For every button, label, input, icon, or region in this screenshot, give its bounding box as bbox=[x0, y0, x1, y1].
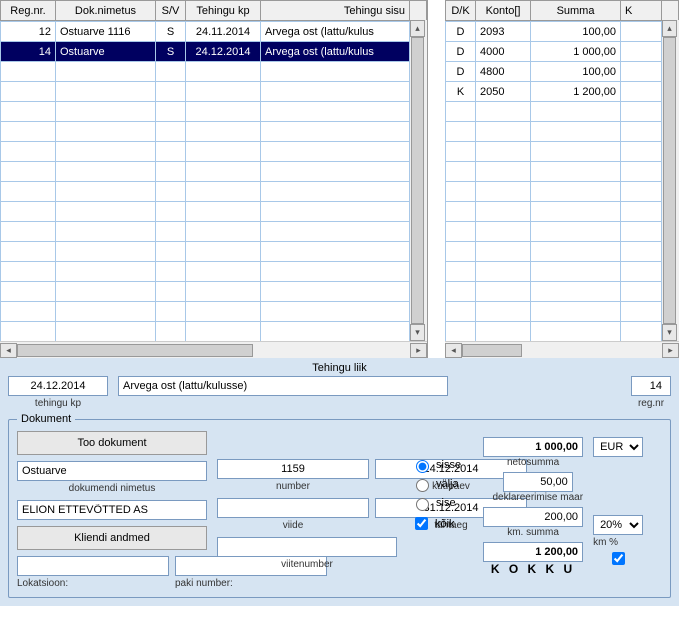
section-title: Tehingu liik bbox=[8, 362, 671, 374]
right-hscroll[interactable]: ◂ ▸ bbox=[445, 341, 679, 358]
table-row[interactable] bbox=[446, 162, 662, 182]
col-summa[interactable]: Summa bbox=[531, 1, 621, 21]
scroll-right-icon[interactable]: ▸ bbox=[662, 343, 679, 358]
scroll-left-icon[interactable]: ◂ bbox=[445, 343, 462, 358]
kokku-input[interactable] bbox=[483, 542, 583, 562]
col-sv[interactable]: S/V bbox=[156, 1, 186, 21]
tehingu-kp-label: tehingu kp bbox=[8, 398, 108, 409]
radio-valja[interactable]: välja bbox=[411, 476, 461, 492]
table-row[interactable]: D40001 000,00 bbox=[446, 42, 662, 62]
table-row[interactable]: K20501 200,00 bbox=[446, 82, 662, 102]
table-row[interactable] bbox=[446, 282, 662, 302]
table-row[interactable] bbox=[1, 62, 410, 82]
lokatsioon-label: Lokatsioon: bbox=[17, 578, 169, 589]
table-row[interactable] bbox=[446, 182, 662, 202]
dekl-maar-input[interactable] bbox=[503, 472, 573, 492]
check-koik[interactable]: kõik bbox=[411, 514, 461, 533]
scroll-down-icon[interactable]: ▾ bbox=[662, 324, 677, 341]
number-label: number bbox=[217, 481, 369, 492]
col-tehingukp[interactable]: Tehingu kp bbox=[186, 1, 261, 21]
dok-nimetus-label: dokumendi nimetus bbox=[17, 483, 207, 494]
col-doknimetus[interactable]: Dok.nimetus bbox=[56, 1, 156, 21]
table-row[interactable] bbox=[446, 102, 662, 122]
netosumma-input[interactable] bbox=[483, 437, 583, 457]
table-row[interactable] bbox=[1, 222, 410, 242]
reg-nr-display: 14 bbox=[631, 376, 671, 396]
sisu-input[interactable] bbox=[118, 376, 448, 396]
table-row[interactable] bbox=[1, 162, 410, 182]
currency-select[interactable]: EUR bbox=[593, 437, 643, 457]
dokument-legend: Dokument bbox=[17, 413, 75, 425]
radio-sisse[interactable]: sisse bbox=[411, 457, 461, 473]
table-row[interactable]: 14OstuarveS24.12.2014Arvega ost (lattu/k… bbox=[1, 42, 410, 62]
col-konto[interactable]: Konto[] bbox=[476, 1, 531, 21]
km-check[interactable] bbox=[597, 552, 640, 565]
table-row[interactable] bbox=[1, 122, 410, 142]
netosumma-label: netosumma bbox=[507, 457, 559, 468]
km-summa-input[interactable] bbox=[483, 507, 583, 527]
table-row[interactable]: D4800100,00 bbox=[446, 62, 662, 82]
table-row[interactable] bbox=[446, 302, 662, 322]
table-row[interactable] bbox=[446, 222, 662, 242]
klient-input[interactable] bbox=[17, 500, 207, 520]
tehingu-kp-input[interactable] bbox=[8, 376, 108, 396]
table-row[interactable] bbox=[1, 202, 410, 222]
right-grid-header: D/K Konto[] Summa K bbox=[445, 0, 679, 21]
left-hscroll[interactable]: ◂ ▸ bbox=[0, 341, 427, 358]
dokument-fieldset: Dokument Too dokument dokumendi nimetus … bbox=[8, 413, 671, 598]
scroll-up-icon[interactable]: ▴ bbox=[662, 20, 677, 37]
kliendi-andmed-button[interactable]: Kliendi andmed bbox=[17, 526, 207, 550]
table-row[interactable] bbox=[446, 262, 662, 282]
col-tehingusisu[interactable]: Tehingu sisu bbox=[261, 1, 410, 21]
viide-label: viide bbox=[217, 520, 369, 531]
scroll-right-icon[interactable]: ▸ bbox=[410, 343, 427, 358]
paki-label: paki number: bbox=[175, 578, 327, 589]
km-pct-label: km % bbox=[593, 537, 643, 548]
table-row[interactable] bbox=[446, 202, 662, 222]
table-row[interactable] bbox=[446, 142, 662, 162]
too-dokument-button[interactable]: Too dokument bbox=[17, 431, 207, 455]
km-summa-label: km. summa bbox=[507, 527, 559, 538]
kokku-label: K O K K U bbox=[491, 562, 575, 576]
scroll-left-icon[interactable]: ◂ bbox=[0, 343, 17, 358]
table-row[interactable] bbox=[1, 282, 410, 302]
table-row[interactable] bbox=[446, 322, 662, 342]
left-vscroll[interactable]: ▴ ▾ bbox=[410, 20, 427, 341]
table-row[interactable] bbox=[1, 182, 410, 202]
viitenumber-input[interactable] bbox=[217, 537, 397, 557]
left-grid-header: Reg.nr. Dok.nimetus S/V Tehingu kp Tehin… bbox=[0, 0, 427, 21]
table-row[interactable] bbox=[1, 102, 410, 122]
scroll-up-icon[interactable]: ▴ bbox=[410, 20, 425, 37]
table-row[interactable] bbox=[1, 262, 410, 282]
table-row[interactable] bbox=[1, 142, 410, 162]
number-input[interactable] bbox=[217, 459, 369, 479]
col-scroll-spacer-r bbox=[662, 1, 679, 21]
right-vscroll[interactable]: ▴ ▾ bbox=[662, 20, 679, 341]
col-scroll-spacer bbox=[410, 1, 427, 21]
table-row[interactable] bbox=[446, 242, 662, 262]
radio-sise[interactable]: sise bbox=[411, 495, 461, 511]
table-row[interactable] bbox=[1, 322, 410, 342]
table-row[interactable]: D2093100,00 bbox=[446, 22, 662, 42]
dekl-label: deklareerimise maar bbox=[492, 492, 583, 503]
table-row[interactable]: 12Ostuarve 1116S24.11.2014Arvega ost (la… bbox=[1, 22, 410, 42]
col-regnr[interactable]: Reg.nr. bbox=[1, 1, 56, 21]
lokatsioon-input[interactable] bbox=[17, 556, 169, 576]
km-pct-select[interactable]: 20% bbox=[593, 515, 643, 535]
table-row[interactable] bbox=[446, 122, 662, 142]
table-row[interactable] bbox=[1, 242, 410, 262]
table-row[interactable] bbox=[1, 302, 410, 322]
col-k[interactable]: K bbox=[621, 1, 662, 21]
reg-nr-label: reg.nr bbox=[638, 398, 664, 409]
scroll-down-icon[interactable]: ▾ bbox=[410, 324, 425, 341]
col-dk[interactable]: D/K bbox=[446, 1, 476, 21]
viitenumber-label: viitenumber bbox=[217, 559, 397, 570]
table-row[interactable] bbox=[1, 82, 410, 102]
dok-nimetus-input[interactable] bbox=[17, 461, 207, 481]
viide-input[interactable] bbox=[217, 498, 369, 518]
